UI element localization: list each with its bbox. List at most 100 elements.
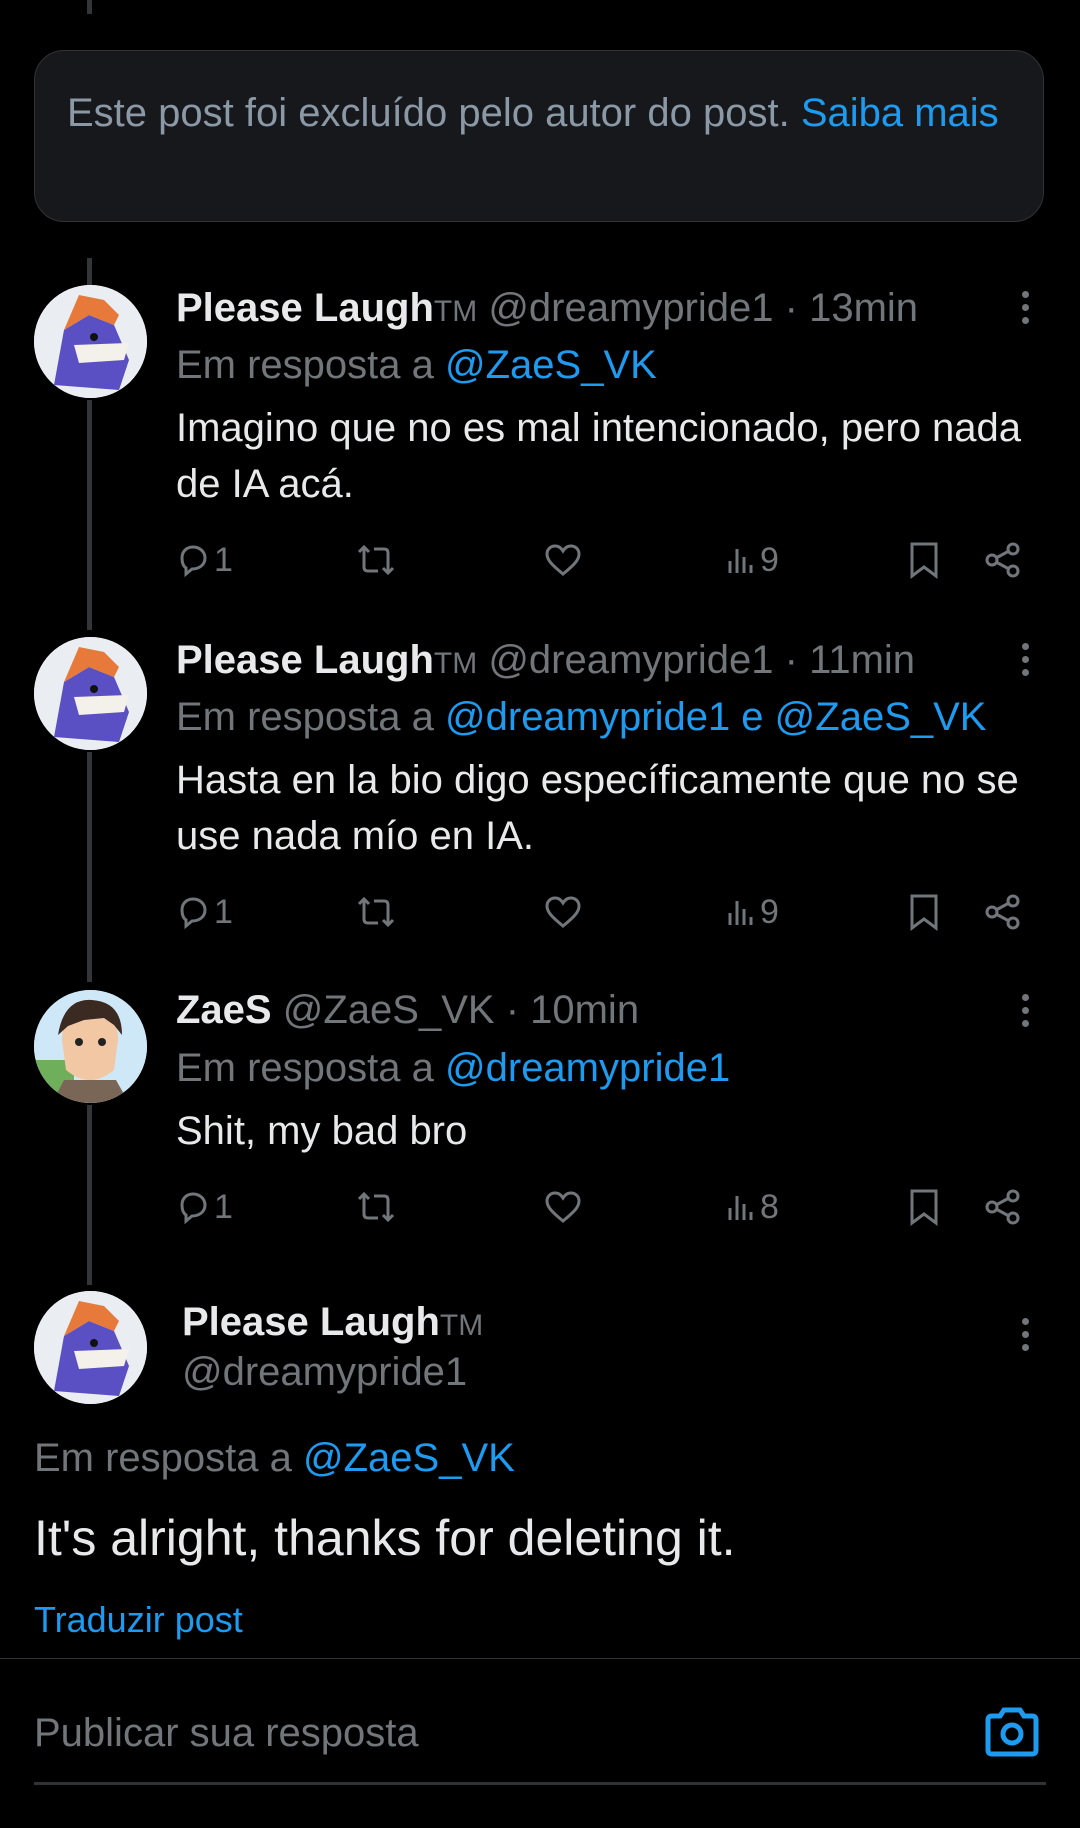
author-handle[interactable]: @ZaeS_VK — [283, 988, 495, 1032]
repost-button[interactable] — [356, 535, 396, 585]
share-icon — [985, 894, 1020, 930]
deleted-post-notice: Este post foi excluído pelo autor do pos… — [34, 50, 1044, 222]
repost-icon — [357, 896, 395, 928]
author-name[interactable]: Please Laugh — [182, 1300, 440, 1344]
main-post-text: It's alright, thanks for deleting it. — [34, 1510, 736, 1566]
views-icon — [728, 901, 753, 925]
reply-to-label: Em resposta a — [176, 1046, 434, 1090]
reply-icon — [180, 545, 207, 577]
avatar[interactable] — [34, 637, 147, 750]
bookmark-icon — [910, 894, 938, 931]
heart-icon — [545, 896, 581, 928]
reply-to-line: Em resposta a @dreamypride1 e @ZaeS_VK — [176, 692, 986, 742]
thread-line — [87, 752, 92, 982]
more-options-icon[interactable] — [1010, 285, 1040, 335]
reply-header: ZaeS @ZaeS_VK · 10min — [176, 985, 639, 1039]
views-icon — [728, 1196, 753, 1220]
author-name[interactable]: Please Laugh — [176, 286, 434, 330]
reply-to-link[interactable]: @dreamypride1 e @ZaeS_VK — [445, 695, 986, 739]
reply-input[interactable] — [34, 1705, 934, 1761]
post-time: · 10min — [505, 988, 640, 1032]
action-bar: 1 9 — [176, 535, 1026, 585]
reply-to-link[interactable]: @ZaeS_VK — [445, 343, 657, 387]
views-button[interactable]: 8 — [726, 1182, 779, 1232]
views-icon — [728, 549, 753, 573]
like-button[interactable] — [544, 535, 582, 585]
camera-icon[interactable] — [984, 1706, 1040, 1758]
thread-line — [87, 400, 92, 630]
deleted-notice-text: Este post foi excluído pelo autor do pos… — [67, 91, 790, 135]
author-badge: TM — [433, 295, 478, 328]
bookmark-icon — [910, 542, 938, 579]
like-button[interactable] — [544, 1182, 582, 1232]
share-button[interactable] — [984, 535, 1022, 585]
reply-header: Please LaughTM @dreamypride1 · 11min — [176, 635, 915, 689]
reply-to-link[interactable]: @dreamypride1 — [445, 1046, 730, 1090]
share-button[interactable] — [984, 887, 1022, 937]
post-text: Shit, my bad bro — [176, 1109, 468, 1153]
author-name[interactable]: Please Laugh — [176, 638, 434, 682]
reply-to-label: Em resposta a — [34, 1436, 292, 1480]
bookmark-button[interactable] — [908, 1182, 940, 1232]
post-time: · 11min — [784, 638, 916, 682]
repost-icon — [357, 544, 395, 576]
reply-count: 1 — [214, 540, 233, 579]
reply-to-label: Em resposta a — [176, 695, 434, 739]
post-text: Imagino que no es mal intencionado, pero… — [176, 406, 1022, 506]
author-name[interactable]: ZaeS — [176, 988, 272, 1032]
post-time: · 13min — [784, 286, 919, 330]
reply-to-link[interactable]: @ZaeS_VK — [303, 1436, 515, 1480]
author-handle[interactable]: @dreamypride1 — [182, 1347, 467, 1397]
views-button[interactable]: 9 — [726, 887, 779, 937]
reply-icon — [180, 897, 207, 929]
composer-underline — [34, 1782, 1046, 1785]
thread-line — [87, 1105, 92, 1285]
reply-button[interactable]: 1 — [176, 887, 233, 937]
avatar[interactable] — [34, 990, 147, 1103]
reply-button[interactable]: 1 — [176, 1182, 233, 1232]
divider — [0, 1658, 1080, 1659]
reply-count: 1 — [214, 892, 233, 931]
bookmark-icon — [910, 1189, 938, 1226]
action-bar: 1 8 — [176, 1182, 1026, 1232]
bookmark-button[interactable] — [908, 535, 940, 585]
repost-button[interactable] — [356, 887, 396, 937]
share-button[interactable] — [984, 1182, 1022, 1232]
reply-to-line: Em resposta a @ZaeS_VK — [176, 340, 657, 390]
share-icon — [985, 542, 1020, 578]
view-count: 9 — [760, 892, 779, 931]
reply-to-line: Em resposta a @ZaeS_VK — [34, 1433, 515, 1483]
heart-icon — [545, 1191, 581, 1223]
repost-icon — [357, 1191, 395, 1223]
main-post-author: Please LaughTM — [182, 1297, 483, 1351]
bookmark-button[interactable] — [908, 887, 940, 937]
author-badge: TM — [439, 1309, 484, 1342]
reply-count: 1 — [214, 1187, 233, 1226]
avatar[interactable] — [34, 285, 147, 398]
reply-icon — [180, 1192, 207, 1224]
reply-to-line: Em resposta a @dreamypride1 — [176, 1043, 730, 1093]
repost-button[interactable] — [356, 1182, 396, 1232]
more-options-icon[interactable] — [1010, 637, 1040, 687]
heart-icon — [545, 544, 581, 576]
view-count: 9 — [760, 540, 779, 579]
reply-to-label: Em resposta a — [176, 343, 434, 387]
views-button[interactable]: 9 — [726, 535, 779, 585]
learn-more-link[interactable]: Saiba mais — [801, 91, 999, 135]
share-icon — [985, 1189, 1020, 1225]
author-handle[interactable]: @dreamypride1 — [488, 638, 773, 682]
translate-post-link[interactable]: Traduzir post — [34, 1596, 243, 1644]
thread-line — [87, 258, 92, 286]
reply-header: Please LaughTM @dreamypride1 · 13min — [176, 283, 918, 337]
view-count: 8 — [760, 1187, 779, 1226]
author-badge: TM — [433, 647, 478, 680]
avatar[interactable] — [34, 1291, 147, 1404]
like-button[interactable] — [544, 887, 582, 937]
reply-button[interactable]: 1 — [176, 535, 233, 585]
action-bar: 1 9 — [176, 887, 1026, 937]
thread-line — [87, 0, 92, 14]
more-options-icon[interactable] — [1010, 1312, 1040, 1362]
post-text: Hasta en la bio digo específicamente que… — [176, 758, 1019, 858]
more-options-icon[interactable] — [1010, 988, 1040, 1038]
author-handle[interactable]: @dreamypride1 — [488, 286, 773, 330]
